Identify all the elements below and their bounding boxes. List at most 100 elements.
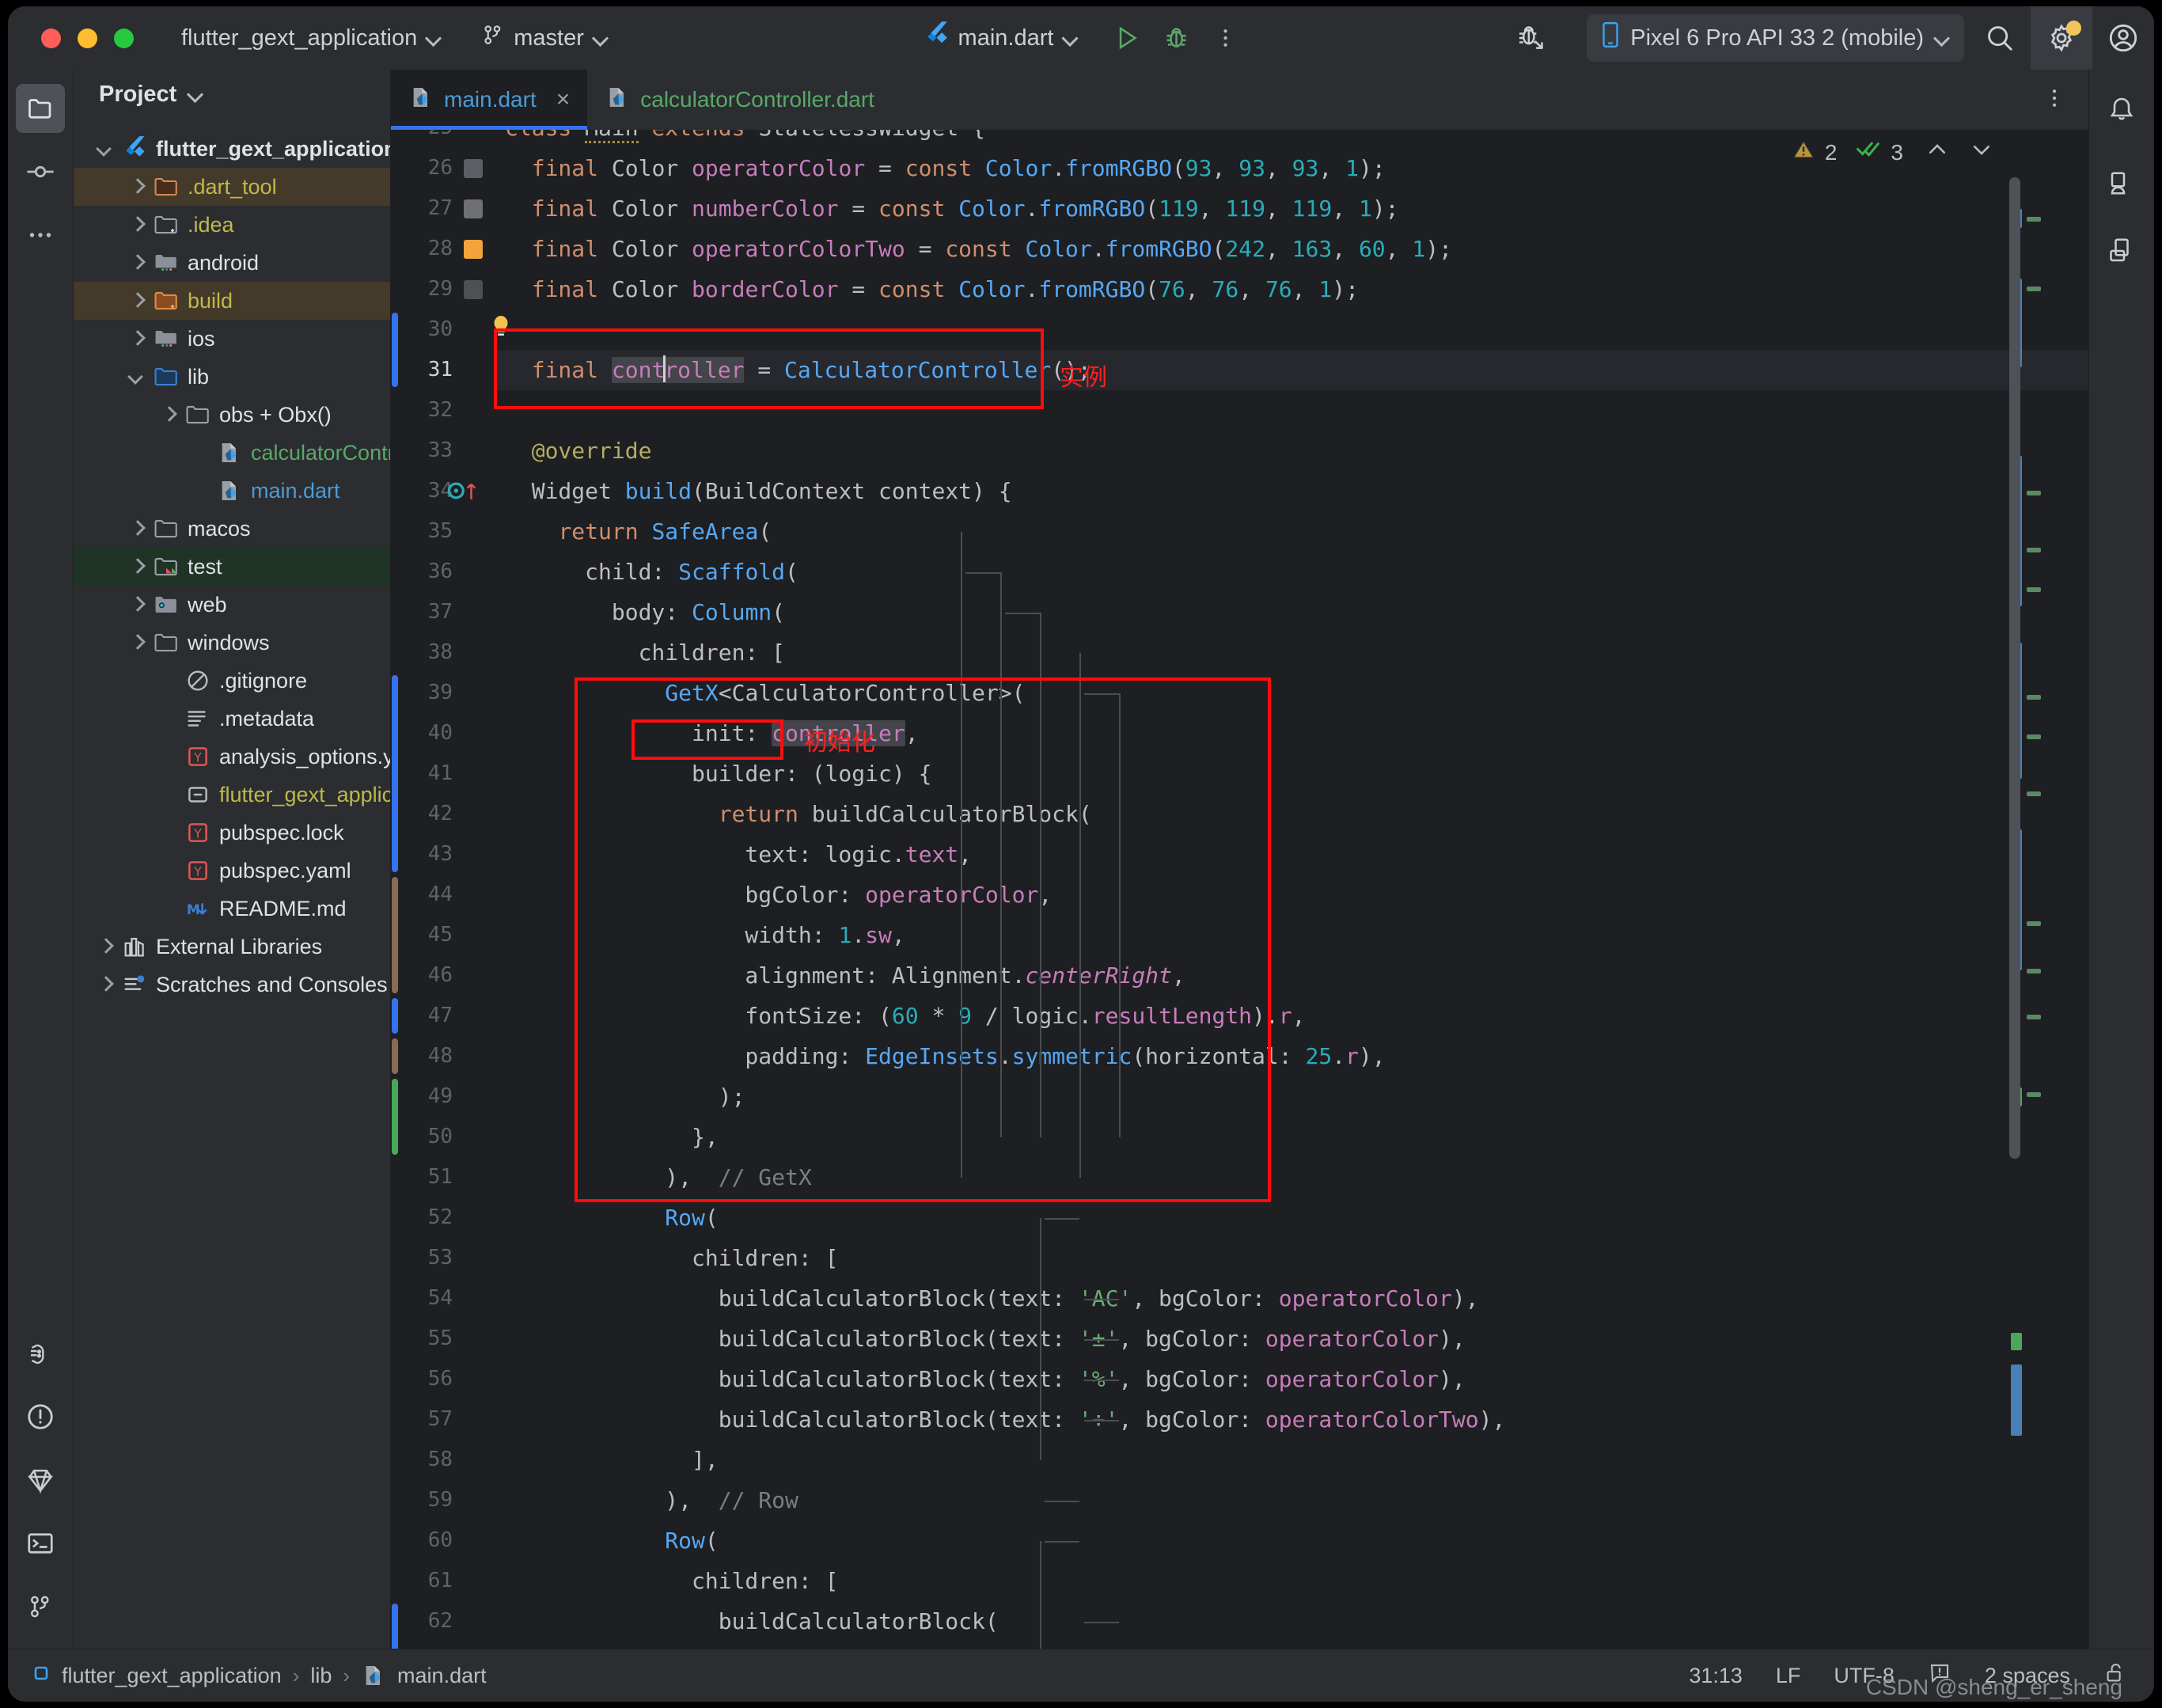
code-line-42[interactable]: return buildCalculatorBlock( — [494, 794, 1092, 834]
chevron-down-icon[interactable] — [96, 139, 116, 159]
line-number-31[interactable]: 31 — [428, 350, 453, 390]
code-editor[interactable]: 2526272829303132333435363738394041424344… — [391, 130, 2088, 1649]
vcs-change-stripe-segment[interactable] — [392, 1038, 398, 1074]
account-button[interactable] — [2092, 6, 2154, 70]
chevron-right-icon[interactable] — [127, 328, 148, 349]
line-number-35[interactable]: 35 — [428, 511, 453, 552]
code-line-46[interactable]: alignment: Alignment.centerRight, — [494, 955, 1185, 996]
line-number-43[interactable]: 43 — [428, 834, 453, 875]
line-number-40[interactable]: 40 — [428, 713, 453, 753]
chevron-right-icon[interactable] — [127, 518, 148, 539]
breadcrumb[interactable]: flutter_gext_application › lib › main.dart — [8, 1662, 487, 1689]
project-selector[interactable]: flutter_gext_application — [172, 20, 451, 57]
close-tab-icon[interactable]: × — [556, 86, 571, 113]
chevron-right-icon[interactable] — [96, 936, 116, 957]
vcs-change-stripe-segment[interactable] — [392, 998, 398, 1034]
tree-item-idea[interactable]: .idea — [74, 206, 390, 244]
line-number-59[interactable]: 59 — [428, 1480, 453, 1520]
line-number-41[interactable]: 41 — [428, 753, 453, 794]
more-run-options-button[interactable] — [1203, 16, 1247, 60]
error-stripe-mark[interactable] — [2027, 587, 2041, 592]
line-number-55[interactable]: 55 — [428, 1319, 453, 1359]
line-number-42[interactable]: 42 — [428, 794, 453, 834]
notifications-button[interactable] — [2097, 84, 2146, 133]
line-number-26[interactable]: 26 — [428, 148, 453, 188]
error-stripe-mark[interactable] — [2011, 1365, 2022, 1436]
code-line-55[interactable]: buildCalculatorBlock(text: '±', bgColor:… — [494, 1319, 1466, 1359]
vcs-change-stripe-segment[interactable] — [392, 675, 398, 872]
line-number-62[interactable]: 62 — [428, 1601, 453, 1642]
error-stripe-mark[interactable] — [2027, 548, 2041, 552]
code-line-63[interactable]: text: '7', — [494, 1642, 878, 1649]
line-number-30[interactable]: 30 — [428, 309, 453, 350]
code-line-60[interactable]: Row( — [494, 1520, 718, 1561]
line-number-54[interactable]: 54 — [428, 1278, 453, 1319]
tree-item-web[interactable]: web — [74, 586, 390, 624]
code-line-53[interactable]: children: [ — [494, 1238, 838, 1278]
chevron-right-icon[interactable] — [127, 594, 148, 615]
problems-tool-button[interactable] — [16, 1392, 65, 1441]
line-separator[interactable]: LF — [1776, 1664, 1801, 1688]
error-stripe-mark[interactable] — [2027, 287, 2041, 291]
code-line-26[interactable]: final Color operatorColor = const Color.… — [494, 148, 1386, 188]
project-file-tree[interactable]: flutter_gext_application~/AndroidStudioP… — [74, 119, 390, 1649]
code-line-48[interactable]: padding: EdgeInsets.symmetric(horizontal… — [494, 1036, 1385, 1076]
code-line-34[interactable]: Widget build(BuildContext context) { — [494, 471, 1012, 511]
error-stripe-mark[interactable] — [2027, 1092, 2041, 1097]
gutter-change-marker[interactable] — [464, 280, 483, 299]
code-line-43[interactable]: text: logic.text, — [494, 834, 972, 875]
tree-item-gitignore[interactable]: .gitignore — [74, 662, 390, 700]
chevron-right-icon[interactable] — [127, 632, 148, 653]
tree-item-analysis-options-yaml[interactable]: Yanalysis_options.yaml — [74, 738, 390, 776]
editor-gutter[interactable]: 2526272829303132333435363738394041424344… — [399, 130, 494, 1649]
code-line-47[interactable]: fontSize: (60 * 9 / logic.resultLength).… — [494, 996, 1305, 1036]
line-number-33[interactable]: 33 — [428, 431, 453, 471]
tree-item-build[interactable]: build — [74, 282, 390, 320]
gutter-change-marker[interactable] — [464, 159, 483, 178]
line-number-53[interactable]: 53 — [428, 1238, 453, 1278]
code-line-51[interactable]: ), // GetX — [494, 1157, 811, 1197]
editor-tab-calculatorController-dart[interactable]: calculatorController.dart — [587, 70, 892, 130]
next-problem-button[interactable] — [1970, 138, 1993, 167]
code-line-58[interactable]: ], — [494, 1440, 719, 1480]
chevron-right-icon[interactable] — [127, 290, 148, 311]
code-line-62[interactable]: buildCalculatorBlock( — [494, 1601, 999, 1642]
vcs-change-stripe-segment[interactable] — [392, 1604, 398, 1649]
running-devices-button[interactable] — [2097, 226, 2146, 275]
tree-item-ios[interactable]: ios — [74, 320, 390, 358]
code-line-36[interactable]: child: Scaffold( — [494, 552, 798, 592]
tree-item-metadata[interactable]: .metadata — [74, 700, 390, 738]
search-button[interactable] — [1969, 6, 2031, 70]
device-selector[interactable]: Pixel 6 Pro API 33 2 (mobile) — [1587, 14, 1964, 62]
code-line-49[interactable]: ); — [494, 1076, 745, 1117]
vcs-change-stripe-segment[interactable] — [392, 313, 398, 387]
error-stripe-mark[interactable] — [2027, 491, 2041, 495]
code-line-61[interactable]: children: [ — [494, 1561, 838, 1601]
maximize-window-button[interactable] — [114, 28, 134, 48]
gutter-change-marker[interactable] — [464, 199, 483, 218]
tree-item-windows[interactable]: windows — [74, 624, 390, 662]
line-number-56[interactable]: 56 — [428, 1359, 453, 1399]
line-number-61[interactable]: 61 — [428, 1561, 453, 1601]
git-tool-button[interactable] — [16, 1582, 65, 1631]
tree-item-dart-tool[interactable]: .dart_tool — [74, 168, 390, 206]
code-line-56[interactable]: buildCalculatorBlock(text: '%', bgColor:… — [494, 1359, 1466, 1399]
settings-button[interactable] — [2031, 6, 2092, 70]
tree-item-flutter-gext-application-iml[interactable]: flutter_gext_application.iml — [74, 776, 390, 814]
run-configuration-selector[interactable]: main.dart — [915, 15, 1088, 61]
tree-item-pubspec-yaml[interactable]: Ypubspec.yaml — [74, 852, 390, 890]
terminal-tool-button[interactable] — [16, 1519, 65, 1568]
project-tool-button[interactable] — [16, 84, 65, 133]
code-line-57[interactable]: buildCalculatorBlock(text: '÷', bgColor:… — [494, 1399, 1506, 1440]
code-line-28[interactable]: final Color operatorColorTwo = const Col… — [494, 229, 1452, 269]
tree-item-external-libraries[interactable]: External Libraries — [74, 928, 390, 966]
code-line-44[interactable]: bgColor: operatorColor, — [494, 875, 1052, 915]
line-number-45[interactable]: 45 — [428, 915, 453, 955]
line-number-49[interactable]: 49 — [428, 1076, 453, 1117]
tree-item-lib[interactable]: lib — [74, 358, 390, 396]
debug-button[interactable] — [1154, 16, 1198, 60]
code-line-39[interactable]: GetX<CalculatorController>( — [494, 673, 1025, 713]
tree-item-main-dart[interactable]: main.dart — [74, 472, 390, 510]
chevron-right-icon[interactable] — [127, 214, 148, 235]
editor-tab-main-dart[interactable]: main.dart × — [391, 70, 588, 130]
